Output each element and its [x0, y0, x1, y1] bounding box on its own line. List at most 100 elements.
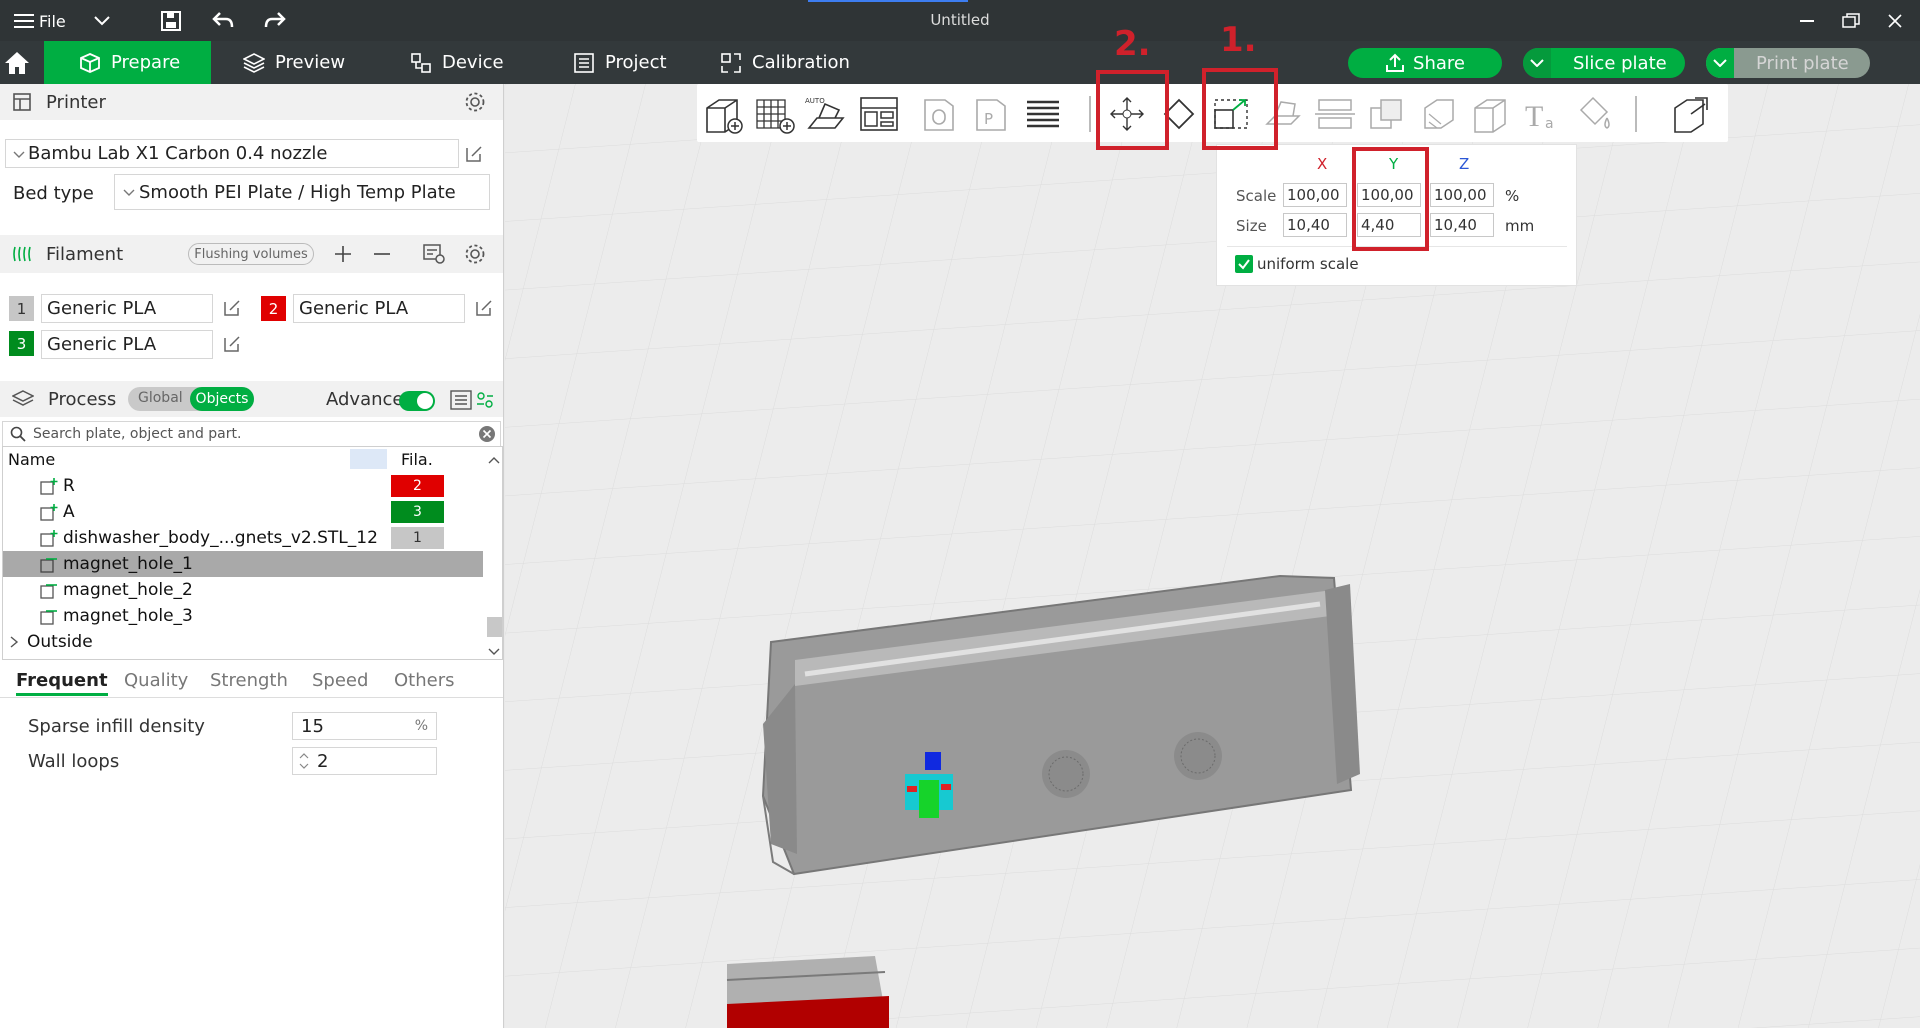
sparse-infill-input[interactable]: 15 % — [292, 712, 437, 740]
list-item[interactable]: A 3 — [3, 499, 483, 525]
size-x-input[interactable]: 10,40 — [1283, 213, 1347, 237]
redo-icon[interactable] — [262, 8, 288, 34]
filament-1-select[interactable]: Generic PLA — [41, 294, 213, 323]
list-item[interactable]: R 2 — [3, 473, 483, 499]
tab-project[interactable]: Project — [573, 41, 703, 84]
objects-option[interactable]: Objects — [190, 387, 254, 411]
wall-loops-stepper[interactable]: 2 — [292, 747, 437, 775]
edit-icon[interactable] — [474, 298, 494, 318]
list-item[interactable]: magnet_hole_2 — [3, 577, 483, 603]
tab-strength[interactable]: Strength — [210, 670, 288, 691]
share-button[interactable]: Share — [1348, 48, 1502, 78]
list-icon[interactable] — [450, 390, 472, 410]
slice-label: Slice plate — [1573, 52, 1667, 74]
scroll-down-icon[interactable] — [488, 648, 500, 656]
scroll-up-icon[interactable] — [488, 456, 500, 464]
bed-type-select[interactable]: Smooth PEI Plate / High Temp Plate — [114, 174, 490, 210]
tab-calibration[interactable]: Calibration — [720, 41, 870, 84]
tab-frequent[interactable]: Frequent — [16, 670, 108, 696]
close-icon[interactable] — [1884, 10, 1906, 32]
object-settings-icon[interactable] — [917, 94, 961, 134]
3d-viewport[interactable] — [505, 84, 1920, 1028]
settings-green-icon[interactable] — [476, 391, 494, 409]
add-object-icon[interactable] — [701, 94, 745, 134]
assembly-view-icon[interactable] — [1669, 94, 1713, 134]
minus-icon[interactable] — [373, 245, 391, 263]
chevron-right-icon[interactable] — [9, 636, 19, 648]
text-icon[interactable]: Ta — [1521, 94, 1565, 134]
global-objects-toggle[interactable]: Global Objects — [128, 387, 254, 411]
filament-badge[interactable]: 3 — [391, 501, 444, 523]
filament-badge[interactable]: 2 — [391, 475, 444, 497]
process-header: Process Global Objects Advance — [0, 381, 503, 417]
tab-quality[interactable]: Quality — [124, 670, 188, 691]
seam-paint-icon[interactable] — [1469, 94, 1513, 134]
file-menu[interactable]: File — [14, 10, 74, 32]
object-name: magnet_hole_1 — [63, 554, 193, 574]
annotation-label-two: 2. — [1114, 24, 1151, 64]
save-icon[interactable] — [158, 8, 184, 34]
cut-icon[interactable] — [1313, 94, 1357, 134]
filament-3-swatch[interactable]: 3 — [9, 331, 34, 356]
filament-1-swatch[interactable]: 1 — [9, 296, 34, 321]
slice-plate-button[interactable]: Slice plate — [1523, 48, 1685, 78]
scrollbar-thumb[interactable] — [487, 617, 502, 637]
gear-icon[interactable] — [464, 91, 486, 113]
restore-icon[interactable] — [1840, 10, 1862, 32]
slice-dropdown-icon[interactable] — [1523, 48, 1551, 78]
uniform-scale-checkbox[interactable] — [1235, 255, 1253, 273]
scale-x-input[interactable]: 100,00 — [1283, 183, 1347, 207]
filament-2-swatch[interactable]: 2 — [261, 296, 286, 321]
sync-filament-icon[interactable] — [422, 243, 446, 265]
search-input[interactable]: Search plate, object and part. — [2, 421, 501, 447]
list-item-selected[interactable]: magnet_hole_1 — [3, 551, 483, 577]
global-option[interactable]: Global — [138, 390, 183, 406]
tab-speed[interactable]: Speed — [312, 670, 368, 691]
edit-icon[interactable] — [464, 144, 484, 164]
part-icon — [40, 558, 57, 573]
undo-icon[interactable] — [210, 8, 236, 34]
col-name-header[interactable]: Name — [8, 450, 55, 469]
layers-stack-icon[interactable] — [1021, 94, 1065, 134]
edit-icon[interactable] — [222, 334, 242, 354]
print-plate-button[interactable]: Print plate — [1706, 48, 1870, 78]
minimize-icon[interactable] — [1796, 10, 1818, 32]
tab-others[interactable]: Others — [394, 670, 455, 691]
filament-3-select[interactable]: Generic PLA — [41, 330, 213, 359]
edit-icon[interactable] — [222, 298, 242, 318]
advance-toggle[interactable] — [399, 391, 435, 411]
plus-icon[interactable] — [334, 245, 352, 263]
col-fila-header[interactable]: Fila. — [401, 450, 433, 469]
print-dropdown-icon[interactable] — [1706, 48, 1734, 78]
color-paint-icon[interactable] — [1573, 94, 1617, 134]
filament-badge[interactable]: 1 — [391, 527, 444, 549]
list-item[interactable]: Outside — [3, 629, 483, 655]
chevron-down-icon[interactable] — [90, 10, 114, 32]
arrange-icon[interactable] — [857, 94, 901, 134]
scale-z-input[interactable]: 100,00 — [1430, 183, 1494, 207]
home-icon[interactable] — [0, 41, 44, 84]
printer-select[interactable]: Bambu Lab X1 Carbon 0.4 nozzle — [5, 139, 459, 168]
second-model-partial[interactable] — [726, 956, 889, 1028]
clear-search-icon[interactable] — [478, 425, 496, 443]
add-plate-icon[interactable] — [753, 94, 797, 134]
stepper-arrows-icon[interactable] — [299, 752, 309, 770]
tab-device[interactable]: Device — [410, 41, 540, 84]
filament-title: Filament — [46, 243, 124, 265]
support-paint-icon[interactable] — [1417, 94, 1461, 134]
plate-settings-icon[interactable]: P — [969, 94, 1013, 134]
list-item[interactable]: magnet_hole_3 — [3, 603, 483, 629]
size-z-input[interactable]: 10,40 — [1430, 213, 1494, 237]
object-list[interactable]: Name Fila. R 2 A 3 dishwasher_body_...gn… — [2, 446, 503, 660]
tab-prepare[interactable]: Prepare — [44, 41, 211, 84]
axis-x-label: X — [1317, 155, 1328, 173]
gear-icon[interactable] — [464, 243, 486, 265]
filament-1-name: Generic PLA — [47, 298, 157, 319]
boolean-icon[interactable] — [1365, 94, 1409, 134]
filament-2-select[interactable]: Generic PLA — [293, 294, 465, 323]
svg-text:P: P — [984, 110, 993, 128]
list-item[interactable]: dishwasher_body_...gnets_v2.STL_12 1 — [3, 525, 483, 551]
tab-preview[interactable]: Preview — [243, 41, 373, 84]
flushing-volumes-button[interactable]: Flushing volumes — [188, 243, 314, 265]
auto-orient-icon[interactable]: AUTO — [805, 94, 849, 134]
